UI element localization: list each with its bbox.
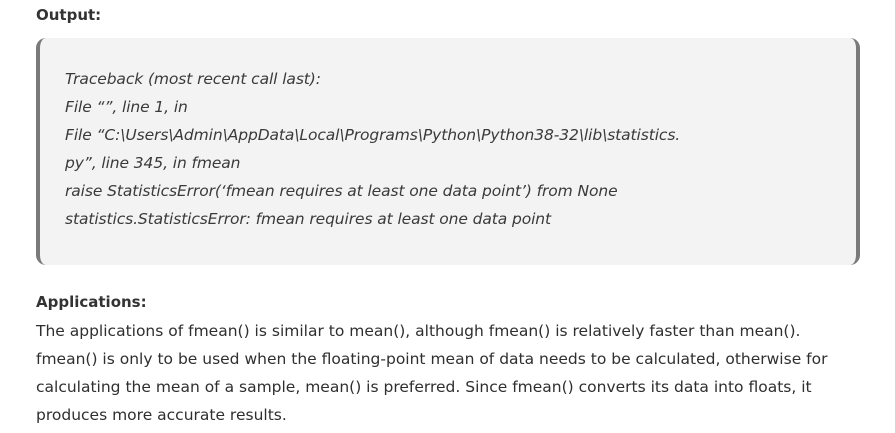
code-line: py”, line 345, in fmean	[65, 154, 241, 172]
code-line: Traceback (most recent call last):	[65, 70, 321, 88]
code-line: raise StatisticsError(‘fmean requires at…	[65, 182, 618, 200]
code-line: File “”, line 1, in	[65, 98, 188, 116]
code-line: File “C:\Users\Admin\AppData\Local\Progr…	[65, 126, 681, 144]
code-line: statistics.StatisticsError: fmean requir…	[65, 210, 552, 228]
applications-heading: Applications:	[36, 293, 147, 311]
output-heading: Output:	[36, 6, 102, 24]
output-code-block: Traceback (most recent call last): File …	[36, 38, 860, 265]
article-page: Output: Traceback (most recent call last…	[0, 0, 895, 433]
applications-paragraph: The applications of fmean() is similar t…	[36, 322, 828, 424]
